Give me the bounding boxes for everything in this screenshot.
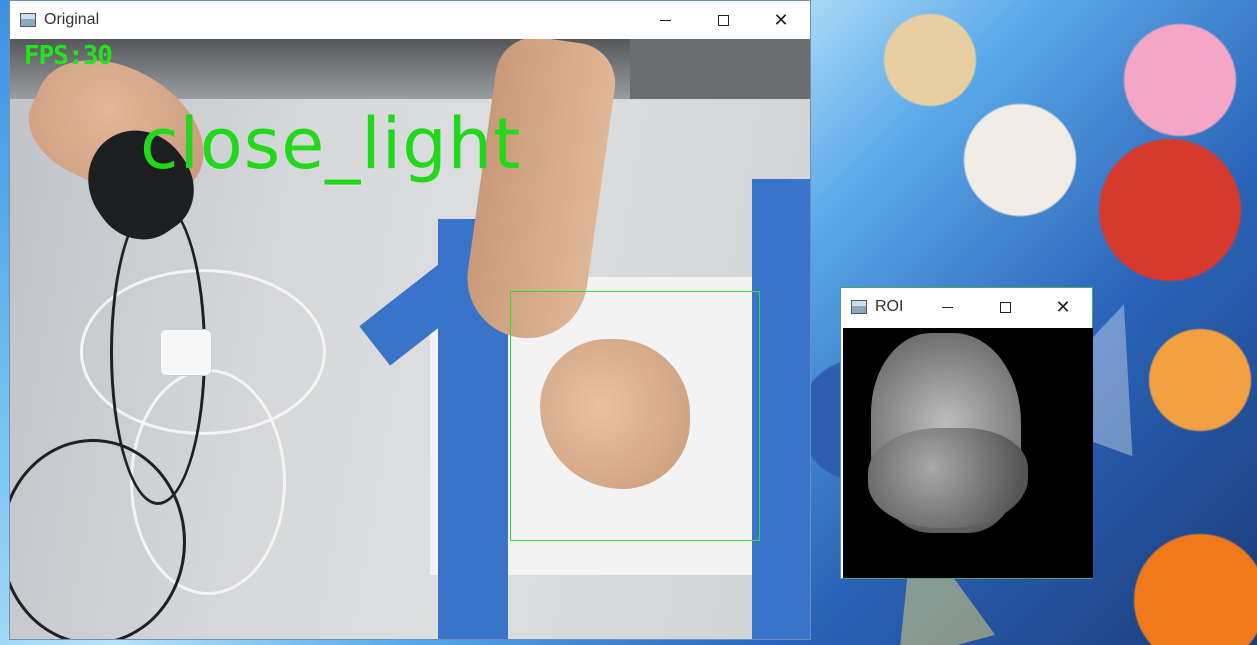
close-icon: ✕ — [773, 10, 789, 30]
app-icon — [20, 13, 36, 27]
background-shelf — [630, 39, 810, 99]
window-title: ROI — [875, 298, 904, 315]
minimize-button[interactable] — [636, 1, 694, 39]
maximize-button[interactable] — [976, 288, 1034, 326]
close-icon: ✕ — [1055, 297, 1071, 317]
window-controls: ✕ — [918, 288, 1092, 326]
close-button[interactable]: ✕ — [752, 1, 810, 39]
roi-image — [843, 328, 1093, 578]
charger — [160, 329, 212, 376]
window-title: Original — [44, 11, 100, 28]
blue-tape — [752, 179, 810, 639]
roi-window[interactable]: ROI ✕ — [840, 287, 1093, 579]
minimize-button[interactable] — [918, 288, 976, 326]
maximize-icon — [717, 14, 729, 26]
roi-rectangle — [510, 291, 760, 541]
original-titlebar[interactable]: Original ✕ — [10, 1, 810, 39]
fps-readout: FPS:30 — [24, 41, 113, 71]
minimize-icon — [941, 306, 953, 308]
roi-titlebar[interactable]: ROI ✕ — [841, 288, 1092, 326]
maximize-icon — [999, 301, 1011, 313]
roi-fingers — [868, 428, 1028, 528]
window-controls: ✕ — [636, 1, 810, 39]
close-button[interactable]: ✕ — [1034, 288, 1092, 326]
camera-feed: FPS:30 close_light — [10, 39, 810, 639]
original-window[interactable]: Original ✕ FPS:30 close_light — [9, 0, 811, 640]
gesture-label: close_light — [140, 103, 522, 185]
minimize-icon — [659, 19, 671, 21]
app-icon — [851, 300, 867, 314]
maximize-button[interactable] — [694, 1, 752, 39]
